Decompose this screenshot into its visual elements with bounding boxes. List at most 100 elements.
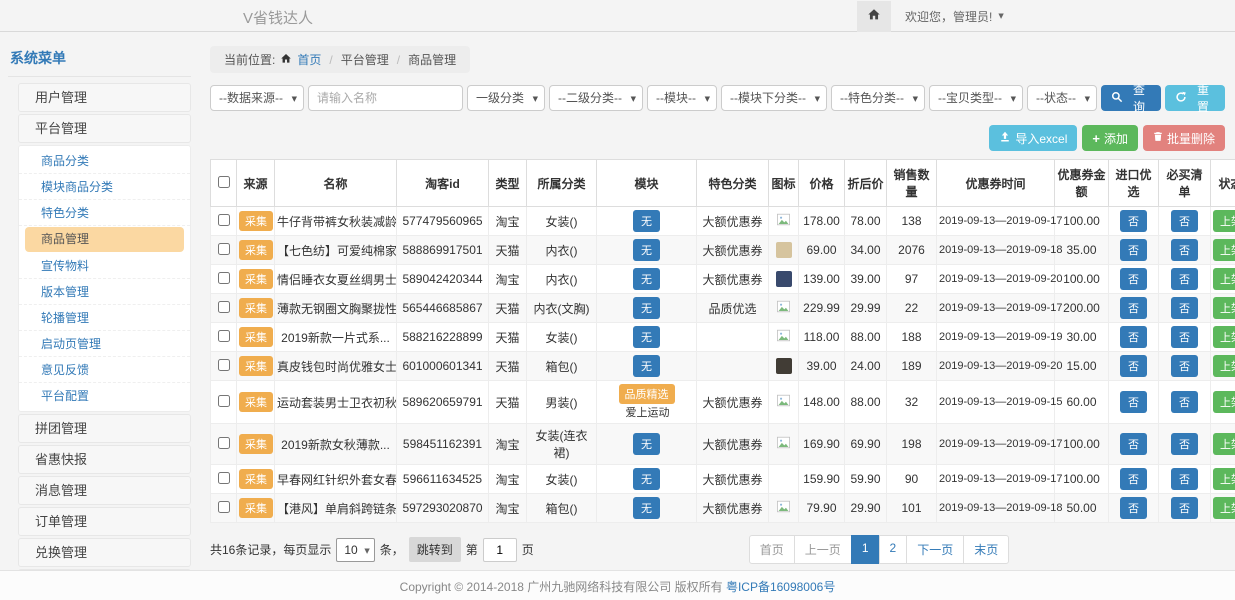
status-badge[interactable]: 上架: [1213, 468, 1235, 490]
import-select-toggle[interactable]: 否: [1120, 210, 1147, 232]
status-badge[interactable]: 上架: [1213, 391, 1235, 413]
row-checkbox[interactable]: [218, 243, 230, 255]
add-button[interactable]: + 添加: [1082, 125, 1138, 151]
import-select-toggle[interactable]: 否: [1120, 391, 1147, 413]
module-badge[interactable]: 无: [633, 433, 660, 455]
import-select-toggle[interactable]: 否: [1120, 497, 1147, 519]
module-badge[interactable]: 无: [633, 468, 660, 490]
must-buy-toggle[interactable]: 否: [1171, 210, 1198, 232]
status-badge[interactable]: 上架: [1213, 326, 1235, 348]
sidebar-item[interactable]: 启动页管理: [19, 331, 190, 357]
page-button[interactable]: 1: [851, 535, 880, 564]
import-select-toggle[interactable]: 否: [1120, 239, 1147, 261]
filter-select[interactable]: --模块--▼: [647, 85, 717, 111]
status-badge[interactable]: 上架: [1213, 297, 1235, 319]
search-button-label: 查询: [1127, 81, 1151, 115]
module-badge[interactable]: 无: [633, 297, 660, 319]
row-checkbox[interactable]: [218, 214, 230, 226]
filter-select[interactable]: --二级分类--▼: [549, 85, 643, 111]
module-badge[interactable]: 无: [633, 239, 660, 261]
sidebar-group[interactable]: 省惠快报: [18, 445, 191, 474]
batch-delete-button[interactable]: 批量删除: [1143, 125, 1225, 151]
must-buy-toggle[interactable]: 否: [1171, 468, 1198, 490]
discount-price-cell: 29.99: [845, 294, 887, 323]
icp-link[interactable]: 粤ICP备16098006号: [726, 580, 835, 594]
import-excel-button[interactable]: 导入excel: [989, 125, 1077, 151]
module-badge[interactable]: 无: [633, 497, 660, 519]
import-select-toggle[interactable]: 否: [1120, 468, 1147, 490]
status-badge[interactable]: 上架: [1213, 268, 1235, 290]
filter-select[interactable]: --数据来源--▼: [210, 85, 304, 111]
user-menu[interactable]: 欢迎您，管理员! ▼: [891, 8, 1018, 25]
module-badge[interactable]: 无: [633, 355, 660, 377]
sidebar-group[interactable]: 兑换管理: [18, 538, 191, 567]
per-page-select[interactable]: 10 ▼: [336, 538, 374, 562]
sidebar-group[interactable]: 订单管理: [18, 507, 191, 536]
page-button[interactable]: 2: [879, 535, 908, 564]
row-checkbox[interactable]: [218, 330, 230, 342]
source-badge: 采集: [239, 327, 273, 347]
filter-select[interactable]: 一级分类▼: [467, 85, 545, 111]
page-button[interactable]: 下一页: [906, 535, 964, 564]
row-checkbox[interactable]: [218, 395, 230, 407]
sidebar-item[interactable]: 模块商品分类: [19, 174, 190, 200]
select-all-checkbox[interactable]: [218, 176, 230, 188]
column-header: 必买清单: [1159, 160, 1211, 207]
row-checkbox[interactable]: [218, 301, 230, 313]
sidebar-group[interactable]: 拼团管理: [18, 414, 191, 443]
row-checkbox[interactable]: [218, 359, 230, 371]
sidebar-item[interactable]: 宣传物料: [19, 253, 190, 279]
breadcrumb-home-link[interactable]: 首页: [297, 51, 321, 68]
import-select-toggle[interactable]: 否: [1120, 355, 1147, 377]
row-checkbox[interactable]: [218, 472, 230, 484]
filter-select[interactable]: --状态--▼: [1027, 85, 1097, 111]
must-buy-cell: 否: [1159, 424, 1211, 465]
must-buy-toggle[interactable]: 否: [1171, 239, 1198, 261]
row-checkbox[interactable]: [218, 501, 230, 513]
status-badge[interactable]: 上架: [1213, 497, 1235, 519]
status-badge[interactable]: 上架: [1213, 210, 1235, 232]
must-buy-toggle[interactable]: 否: [1171, 355, 1198, 377]
must-buy-toggle[interactable]: 否: [1171, 268, 1198, 290]
must-buy-toggle[interactable]: 否: [1171, 326, 1198, 348]
sidebar-item[interactable]: 商品分类: [19, 148, 190, 174]
module-badge[interactable]: 品质精选: [619, 384, 675, 404]
status-badge[interactable]: 上架: [1213, 355, 1235, 377]
sidebar-group[interactable]: 平台管理: [18, 114, 191, 143]
filter-select[interactable]: --模块下分类--▼: [721, 85, 827, 111]
import-select-toggle[interactable]: 否: [1120, 433, 1147, 455]
sidebar-item[interactable]: 平台配置: [19, 383, 190, 409]
status-badge[interactable]: 上架: [1213, 239, 1235, 261]
sidebar-item[interactable]: 商品管理: [25, 227, 184, 252]
must-buy-toggle[interactable]: 否: [1171, 297, 1198, 319]
must-buy-toggle[interactable]: 否: [1171, 433, 1198, 455]
search-button[interactable]: 查询: [1101, 85, 1161, 111]
jump-button[interactable]: 跳转到: [409, 537, 461, 562]
jump-page-input[interactable]: [483, 538, 517, 562]
row-checkbox[interactable]: [218, 272, 230, 284]
must-buy-toggle[interactable]: 否: [1171, 391, 1198, 413]
sidebar-group[interactable]: 用户管理: [18, 83, 191, 112]
row-checkbox[interactable]: [218, 437, 230, 449]
module-badge[interactable]: 无: [633, 326, 660, 348]
sidebar-item[interactable]: 版本管理: [19, 279, 190, 305]
reset-button[interactable]: 重置: [1165, 85, 1225, 111]
sidebar-group[interactable]: 消息管理: [18, 476, 191, 505]
sidebar-item[interactable]: 意见反馈: [19, 357, 190, 383]
sidebar-item[interactable]: 轮播管理: [19, 305, 190, 331]
filter-select[interactable]: --特色分类--▼: [831, 85, 925, 111]
import-select-toggle[interactable]: 否: [1120, 297, 1147, 319]
home-button[interactable]: [857, 1, 891, 32]
name-search-input[interactable]: [308, 85, 463, 111]
page-button[interactable]: 末页: [963, 535, 1009, 564]
sidebar-item[interactable]: 特色分类: [19, 200, 190, 226]
import-select-toggle[interactable]: 否: [1120, 326, 1147, 348]
must-buy-toggle[interactable]: 否: [1171, 497, 1198, 519]
import-select-toggle[interactable]: 否: [1120, 268, 1147, 290]
status-badge[interactable]: 上架: [1213, 433, 1235, 455]
module-badge[interactable]: 无: [633, 268, 660, 290]
module-cell: 无: [597, 465, 697, 494]
filter-select[interactable]: --宝贝类型--▼: [929, 85, 1023, 111]
module-badge[interactable]: 无: [633, 210, 660, 232]
type-cell: 天猫: [489, 294, 527, 323]
